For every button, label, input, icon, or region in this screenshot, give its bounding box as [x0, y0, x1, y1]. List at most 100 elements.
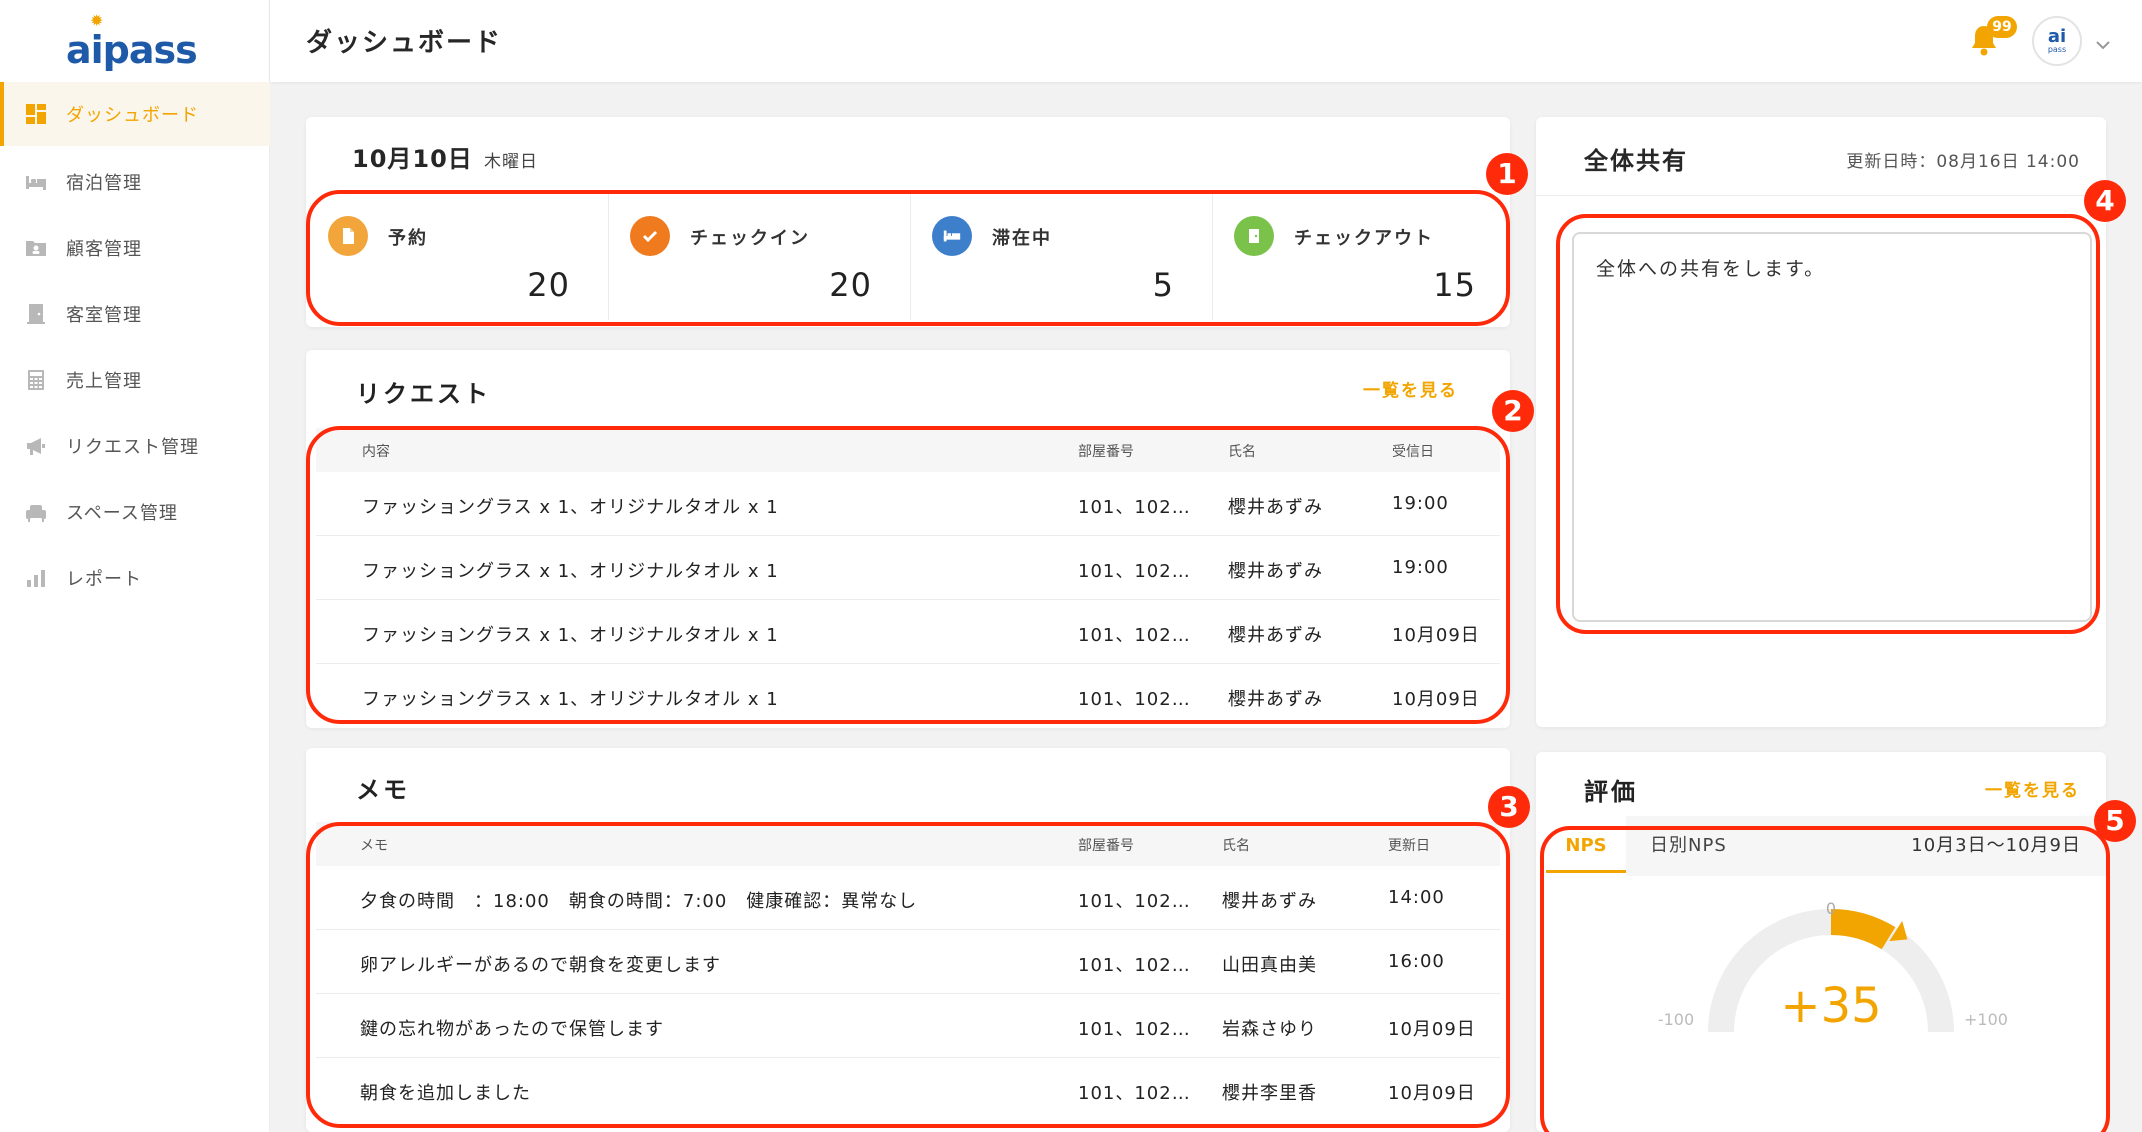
app-logo[interactable]: ✹ aipass — [66, 13, 206, 73]
megaphone-icon — [24, 434, 48, 458]
cell-content: ファッショングラス x 1、オリジナルタオル x 1 — [362, 625, 779, 646]
tab-daily-nps[interactable]: 日別NPS — [1650, 816, 1727, 876]
top-header: ダッシュボード 99 ai pass — [270, 0, 2142, 82]
logo-text: aipass — [66, 28, 198, 72]
cell-room: 101、102… — [1078, 689, 1191, 710]
annotation-badge-4: 4 — [2084, 180, 2126, 222]
cell-room: 101、102… — [1078, 955, 1191, 976]
stat-label: 予約 — [388, 228, 428, 249]
stat-value: 15 — [1433, 266, 1476, 304]
cell-room: 101、102… — [1078, 891, 1191, 912]
exit-door-icon — [1234, 216, 1274, 256]
sofa-icon — [24, 500, 48, 524]
gauge-fill — [1830, 908, 1896, 950]
annotation-badge-5: 5 — [2094, 800, 2136, 842]
stat-staying[interactable]: 滞在中 5 — [910, 192, 1210, 312]
table-row[interactable]: ファッショングラス x 1、オリジナルタオル x 1 101、102… 櫻井あず… — [316, 472, 1500, 536]
cell-name: 櫻井あずみ — [1228, 625, 1323, 646]
requests-view-all-link[interactable]: 一覧を見る — [1363, 376, 1458, 401]
cell-room: 101、102… — [1078, 625, 1191, 646]
cell-content: ファッショングラス x 1、オリジナルタオル x 1 — [362, 689, 779, 710]
table-row[interactable]: 夕食の時間 ：18:00 朝食の時間：7:00 健康確認：異常なし 101、10… — [316, 866, 1500, 930]
cell-date: 10月09日 — [1388, 1083, 1476, 1104]
cell-name: 櫻井あずみ — [1222, 891, 1317, 912]
share-textarea[interactable]: 全体への共有をします。 — [1572, 232, 2092, 622]
rating-title: 評価 — [1584, 778, 1638, 806]
cell-room: 101、102… — [1078, 1019, 1191, 1040]
stat-checkout[interactable]: チェックアウト 15 — [1212, 192, 1512, 312]
calculator-icon — [24, 368, 48, 392]
tab-nps[interactable]: NPS — [1546, 816, 1626, 876]
sidebar-item-stay[interactable]: 宿泊管理 — [0, 150, 270, 214]
column-header: 部屋番号 — [1078, 838, 1134, 854]
sidebar-item-requests[interactable]: リクエスト管理 — [0, 414, 270, 478]
cell-date: 19:00 — [1392, 493, 1449, 514]
sun-icon: ✹ — [90, 11, 104, 30]
cell-memo: 鍵の忘れ物があったので保管します — [360, 1019, 664, 1040]
share-title: 全体共有 — [1584, 147, 1688, 175]
cell-date: 16:00 — [1388, 951, 1445, 972]
dashboard-icon — [24, 102, 48, 126]
cell-content: ファッショングラス x 1、オリジナルタオル x 1 — [362, 497, 779, 518]
sidebar-item-customers[interactable]: 顧客管理 — [0, 216, 270, 280]
stat-value: 5 — [1152, 266, 1174, 304]
cell-name: 櫻井あずみ — [1228, 689, 1323, 710]
table-row[interactable]: ファッショングラス x 1、オリジナルタオル x 1 101、102… 櫻井あず… — [316, 664, 1500, 728]
cell-date: 14:00 — [1388, 887, 1445, 908]
stat-reservations[interactable]: 予約 20 — [306, 192, 606, 312]
sidebar-item-rooms[interactable]: 客室管理 — [0, 282, 270, 346]
table-row[interactable]: ファッショングラス x 1、オリジナルタオル x 1 101、102… 櫻井あず… — [316, 600, 1500, 664]
stat-label: チェックイン — [690, 228, 810, 249]
sidebar: ✹ aipass ダッシュボード 宿泊管理 顧客管理 客室管理 売上管理 リクエ… — [0, 0, 270, 1132]
document-icon — [328, 216, 368, 256]
daily-summary-card: 10月10日 木曜日 予約 20 チェックイン 20 滞在中 5 チェックアウト… — [306, 117, 1510, 327]
sidebar-item-label: 宿泊管理 — [66, 173, 142, 194]
sidebar-item-sales[interactable]: 売上管理 — [0, 348, 270, 412]
sidebar-item-label: 売上管理 — [66, 371, 142, 392]
bar-chart-icon — [24, 566, 48, 590]
rating-date-range: 10月3日〜10月9日 — [1911, 835, 2081, 856]
column-header: 更新日 — [1388, 838, 1430, 854]
table-row[interactable]: ファッショングラス x 1、オリジナルタオル x 1 101、102… 櫻井あず… — [316, 536, 1500, 600]
requests-card: リクエスト 一覧を見る 内容 部屋番号 氏名 受信日 ファッショングラス x 1… — [306, 350, 1510, 728]
column-header: 氏名 — [1222, 838, 1250, 854]
table-row[interactable]: 鍵の忘れ物があったので保管します 101、102… 岩森さゆり 10月09日 — [316, 994, 1500, 1058]
cell-name: 櫻井あずみ — [1228, 497, 1323, 518]
bed-icon — [932, 216, 972, 256]
cell-name: 櫻井李里香 — [1222, 1083, 1317, 1104]
stat-checkin[interactable]: チェックイン 20 — [608, 192, 908, 312]
rating-view-all-link[interactable]: 一覧を見る — [1985, 776, 2080, 801]
requests-title: リクエスト — [356, 380, 491, 408]
sidebar-item-dashboard[interactable]: ダッシュボード — [0, 82, 270, 146]
rating-card: 評価 一覧を見る NPS 日別NPS 10月3日〜10月9日 0 -100 +1… — [1536, 752, 2111, 1132]
cell-name: 岩森さゆり — [1222, 1019, 1317, 1040]
avatar-text: ai — [2047, 26, 2067, 47]
summary-weekday: 木曜日 — [484, 152, 538, 172]
sidebar-item-spaces[interactable]: スペース管理 — [0, 480, 270, 544]
cell-name: 山田真由美 — [1222, 955, 1317, 976]
stat-value: 20 — [829, 266, 872, 304]
memos-card: メモ メモ 部屋番号 氏名 更新日 夕食の時間 ：18:00 朝食の時間：7:0… — [306, 748, 1510, 1132]
page-title: ダッシュボード — [306, 28, 503, 58]
active-tab-indicator — [1546, 870, 1626, 873]
cell-memo: 夕食の時間 ：18:00 朝食の時間：7:00 健康確認：異常なし — [360, 891, 918, 912]
sidebar-item-label: ダッシュボード — [66, 105, 199, 126]
door-icon — [24, 302, 48, 326]
sidebar-item-label: スペース管理 — [66, 503, 178, 524]
avatar[interactable]: ai pass — [2032, 16, 2082, 66]
stat-label: 滞在中 — [992, 228, 1052, 249]
table-row[interactable]: 卵アレルギーがあるので朝食を変更します 101、102… 山田真由美 16:00 — [316, 930, 1500, 994]
column-header: 氏名 — [1228, 444, 1256, 460]
chevron-down-icon[interactable] — [2096, 36, 2110, 50]
column-header: メモ — [360, 838, 388, 854]
sidebar-item-reports[interactable]: レポート — [0, 546, 270, 610]
table-row[interactable]: 朝食を追加しました 101、102… 櫻井李里香 10月09日 — [316, 1058, 1500, 1122]
cell-date: 10月09日 — [1388, 1019, 1476, 1040]
memos-table-header: メモ 部屋番号 氏名 更新日 — [316, 822, 1500, 866]
rating-tabs: NPS 日別NPS 10月3日〜10月9日 — [1546, 816, 2111, 876]
gauge-max-label: +100 — [1964, 1010, 2008, 1029]
column-header: 内容 — [362, 444, 390, 460]
sidebar-item-label: レポート — [66, 569, 142, 590]
annotation-badge-1: 1 — [1486, 153, 1528, 195]
stat-value: 20 — [527, 266, 570, 304]
